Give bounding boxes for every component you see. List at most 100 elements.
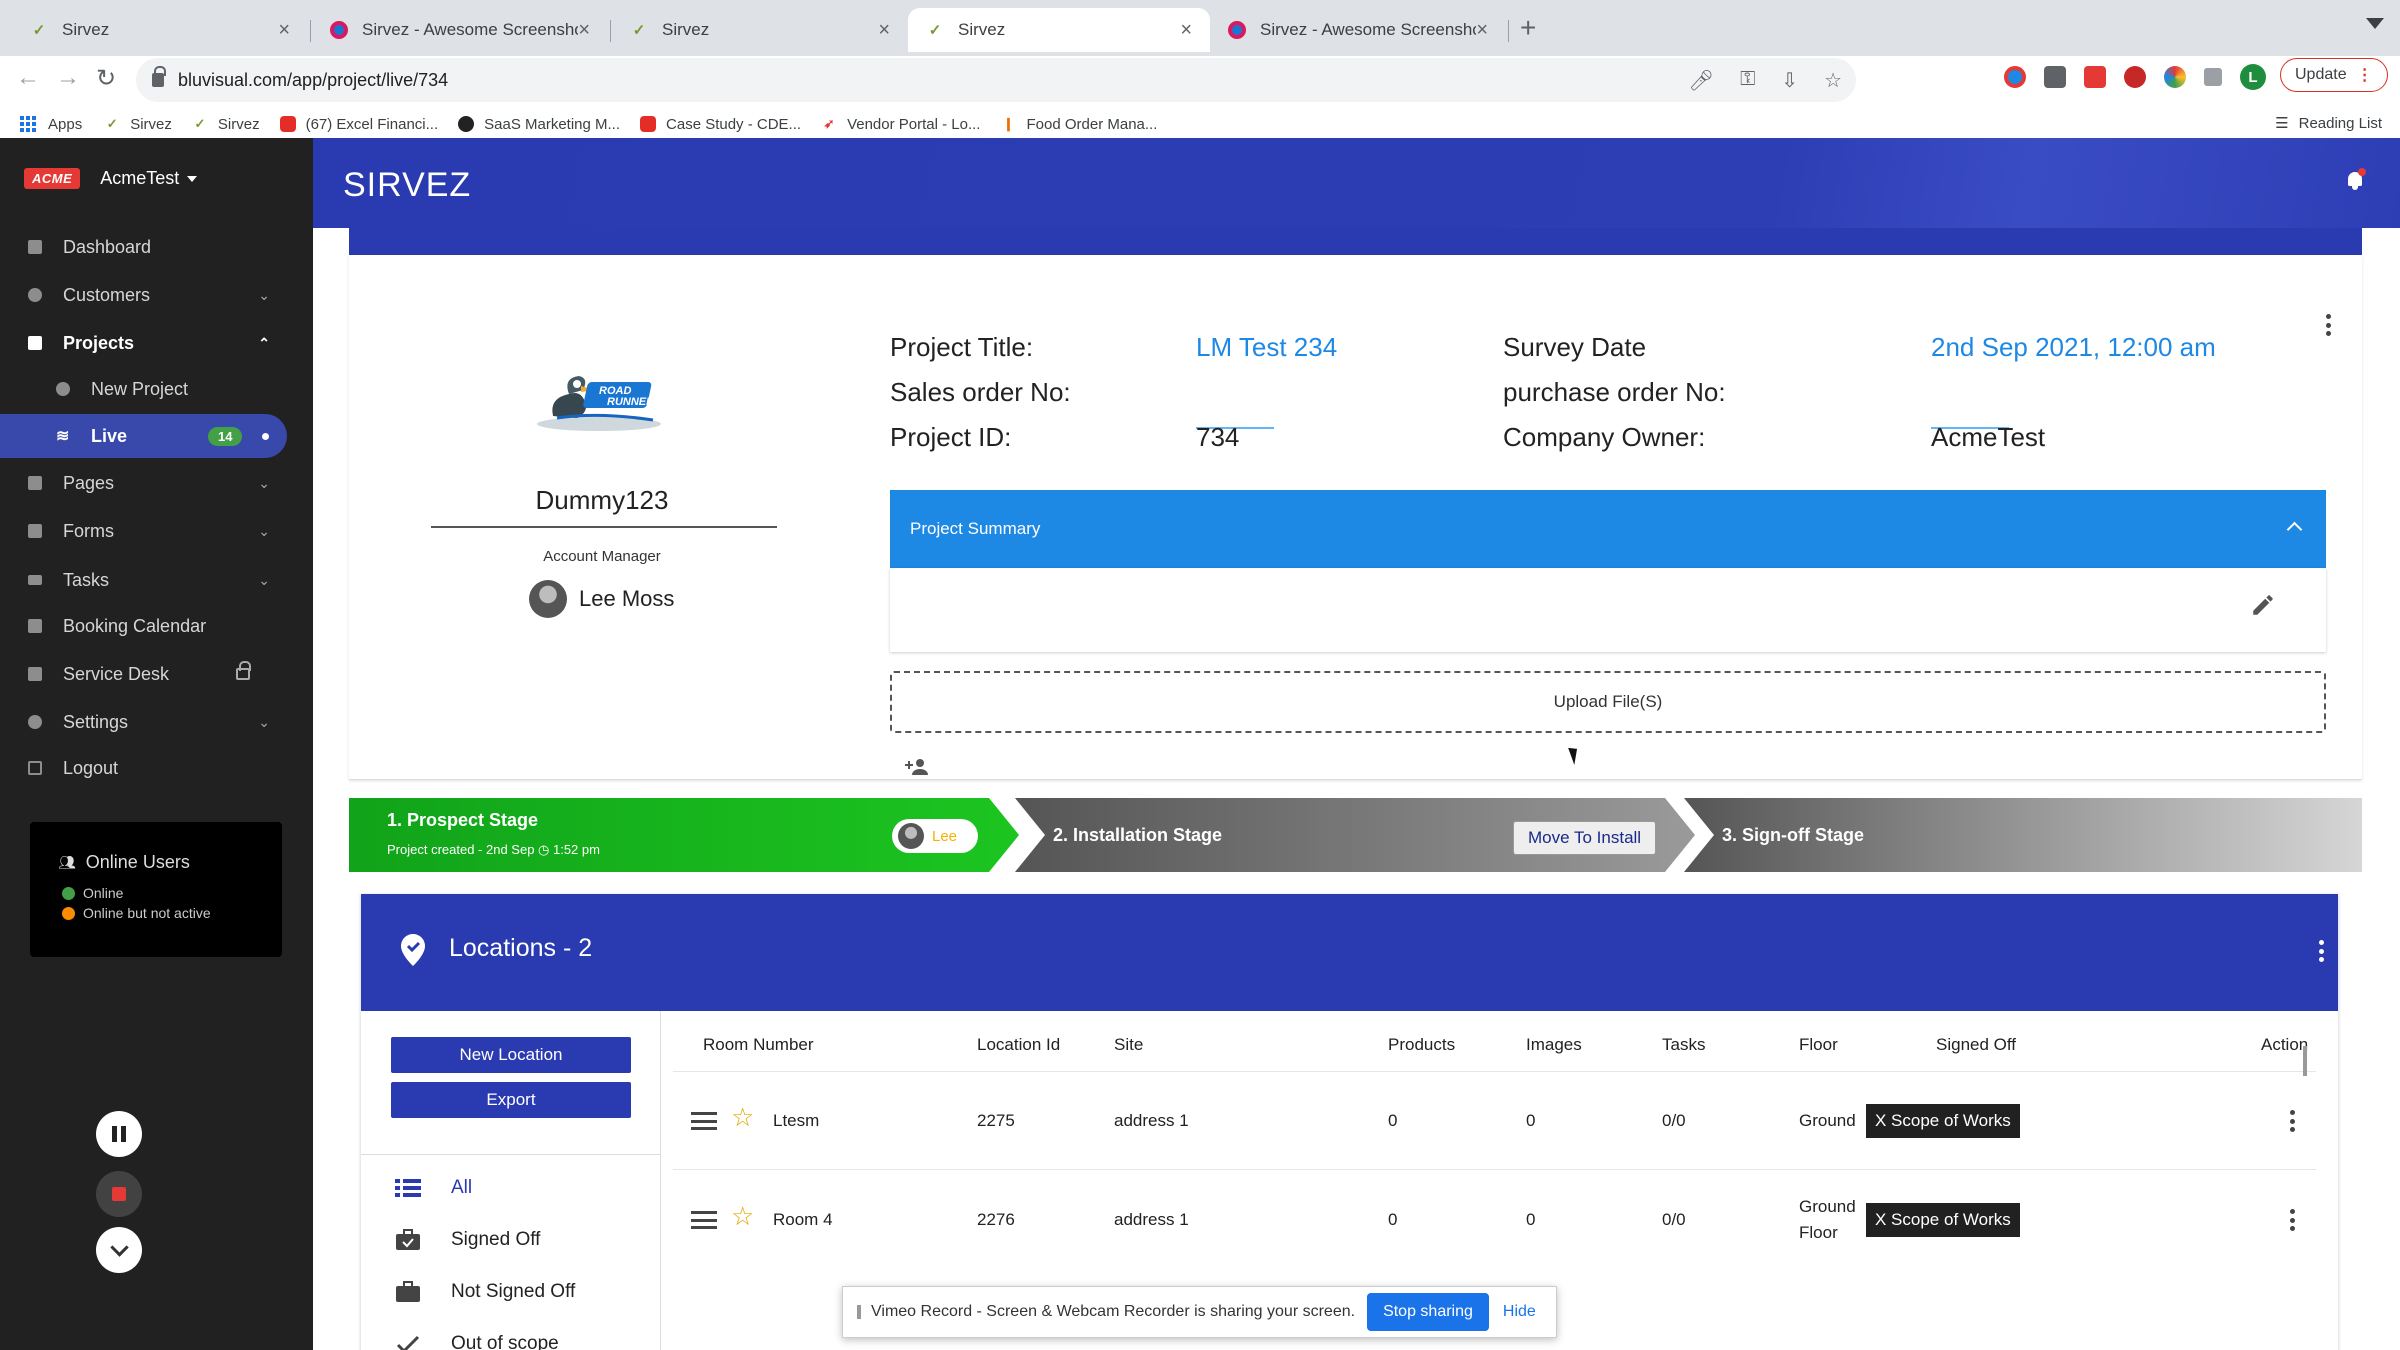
star-icon[interactable]: ☆ <box>731 1201 754 1232</box>
sidebar-item-forms[interactable]: Forms ⌄ <box>0 511 290 551</box>
filter-not-signed-off[interactable]: Not Signed Off <box>361 1266 661 1318</box>
star-icon[interactable]: ☆ <box>731 1102 754 1133</box>
profile-avatar[interactable]: L <box>2240 64 2266 90</box>
bookmark-item[interactable]: (67) Excel Financi... <box>279 116 438 133</box>
filter-all[interactable]: All <box>361 1162 661 1214</box>
tab-search-icon[interactable] <box>2366 18 2384 29</box>
table-row[interactable]: ☆ Room 4 2276 address 1 0 0 0/0 Ground F… <box>673 1169 2316 1267</box>
bookmark-item[interactable]: Case Study - CDE... <box>640 116 801 133</box>
install-icon[interactable]: ⇩ <box>1781 68 1798 93</box>
bookmark-apps[interactable]: Apps <box>20 116 82 133</box>
record-extension-icon[interactable] <box>2124 66 2146 88</box>
recorder-pause-button[interactable] <box>96 1111 142 1157</box>
project-title-value[interactable]: LM Test 234 <box>1196 332 1337 363</box>
extension-icon[interactable] <box>2044 66 2066 88</box>
address-bar[interactable]: bluvisual.com/app/project/live/734 🎤︎ ⚿ … <box>136 58 1856 102</box>
notification-bell-icon[interactable] <box>2346 168 2366 190</box>
drag-handle-icon[interactable] <box>691 1112 717 1130</box>
close-icon[interactable]: × <box>878 19 890 42</box>
cell-room[interactable]: Ltesm <box>773 1111 819 1131</box>
recorder-collapse-button[interactable] <box>96 1227 142 1273</box>
edit-pencil-icon[interactable] <box>2250 592 2276 618</box>
column-header-site[interactable]: Site <box>1114 1035 1143 1055</box>
browser-tab[interactable]: Sirvez - Awesome Screenshot × <box>1210 8 1506 52</box>
sidebar-item-dashboard[interactable]: Dashboard <box>0 227 290 267</box>
browser-tab-active[interactable]: ✓ Sirvez × <box>908 8 1210 52</box>
cell-room[interactable]: Room 4 <box>773 1210 833 1230</box>
sidebar-item-customers[interactable]: Customers ⌄ <box>0 275 290 315</box>
bookmark-item[interactable]: ✓ Sirvez <box>192 116 259 133</box>
column-header-images[interactable]: Images <box>1526 1035 1582 1055</box>
table-row[interactable]: ☆ Ltesm 2275 address 1 0 0 0/0 Ground X … <box>673 1071 2316 1169</box>
column-header-room-number[interactable]: Room Number <box>703 1035 814 1055</box>
update-button[interactable]: Update ⋮ <box>2280 58 2388 92</box>
close-icon[interactable]: × <box>578 19 590 42</box>
close-icon[interactable]: × <box>1180 19 1192 42</box>
filter-signed-off[interactable]: Signed Off <box>361 1214 661 1266</box>
project-more-icon[interactable] <box>2325 314 2331 336</box>
row-action-icon[interactable] <box>2289 1209 2295 1231</box>
back-icon[interactable]: ← <box>16 64 40 92</box>
stage-prospect[interactable]: 1. Prospect Stage Project created - 2nd … <box>349 798 1019 872</box>
sidebar-item-tasks[interactable]: Tasks ⌄ <box>0 560 290 600</box>
close-icon[interactable]: × <box>1476 19 1488 42</box>
export-button[interactable]: Export <box>391 1082 631 1118</box>
puzzle-icon[interactable] <box>2204 68 2222 86</box>
sidebar-item-projects[interactable]: Projects ⌃ <box>0 323 290 363</box>
browser-tab[interactable]: Sirvez - Awesome Screenshot × <box>312 8 608 52</box>
bookmark-star-icon[interactable]: ☆ <box>1824 68 1842 93</box>
bookmark-item[interactable]: ❙ Food Order Mana... <box>1000 116 1157 133</box>
sidebar-item-service-desk[interactable]: Service Desk <box>0 654 290 694</box>
sidebar-item-settings[interactable]: Settings ⌄ <box>0 702 290 742</box>
sidebar-item-live[interactable]: ≋ Live 14 <box>0 414 287 458</box>
drag-grip-icon[interactable] <box>857 1305 861 1319</box>
bookmark-item[interactable]: ✓ Sirvez <box>104 116 172 133</box>
bookmark-item[interactable]: SaaS Marketing M... <box>458 116 620 133</box>
bookmark-item[interactable]: ➶ Vendor Portal - Lo... <box>821 116 981 133</box>
drag-handle-icon[interactable] <box>691 1211 717 1229</box>
add-person-icon[interactable] <box>902 755 932 779</box>
color-extension-icon[interactable] <box>2164 66 2186 88</box>
hide-banner-button[interactable]: Hide <box>1503 1303 1536 1321</box>
column-header-location-id[interactable]: Location Id <box>977 1035 1060 1055</box>
new-location-button[interactable]: New Location <box>391 1037 631 1073</box>
survey-date-value[interactable]: 2nd Sep 2021, 12:00 am <box>1931 332 2216 363</box>
forward-icon[interactable]: → <box>56 64 80 92</box>
sidebar-item-logout[interactable]: Logout <box>0 748 290 788</box>
sidebar-item-booking-calendar[interactable]: Booking Calendar <box>0 606 290 646</box>
project-summary-header[interactable]: Project Summary <box>890 490 2326 568</box>
move-to-install-button[interactable]: Move To Install <box>1513 821 1657 855</box>
new-tab-icon[interactable]: + <box>1520 12 1536 44</box>
column-header-products[interactable]: Products <box>1388 1035 1455 1055</box>
url-text[interactable]: bluvisual.com/app/project/live/734 <box>178 70 448 91</box>
tab-separator <box>610 20 611 42</box>
scope-of-works-badge[interactable]: X Scope of Works <box>1866 1104 2020 1138</box>
filter-out-of-scope[interactable]: Out of scope <box>361 1318 661 1350</box>
sidebar-item-new-project[interactable]: New Project <box>0 369 290 409</box>
stage-sign-off[interactable]: 3. Sign-off Stage <box>1684 798 2362 872</box>
upload-files-dropzone[interactable]: Upload File(S) <box>890 671 2326 733</box>
close-icon[interactable]: × <box>278 19 290 42</box>
reload-icon[interactable]: ↻ <box>96 64 116 93</box>
column-header-signed-off[interactable]: Signed Off <box>1936 1035 2016 1055</box>
browser-tab[interactable]: ✓ Sirvez × <box>612 8 908 52</box>
sirvez-logo[interactable]: SIRVEZ <box>343 166 471 205</box>
recorder-stop-button[interactable] <box>96 1171 142 1217</box>
sidebar-item-pages[interactable]: Pages ⌄ <box>0 463 290 503</box>
scope-of-works-badge[interactable]: X Scope of Works <box>1866 1203 2020 1237</box>
microphone-icon[interactable]: 🎤︎ <box>1689 68 1714 93</box>
awesome-screenshot-extension-icon[interactable] <box>2004 66 2026 88</box>
table-scrollbar[interactable] <box>2303 1046 2307 1076</box>
stop-sharing-button[interactable]: Stop sharing <box>1367 1293 1489 1331</box>
column-header-tasks[interactable]: Tasks <box>1662 1035 1705 1055</box>
row-action-icon[interactable] <box>2289 1110 2295 1132</box>
reading-list-button[interactable]: ☰ Reading List <box>2275 114 2382 133</box>
chevron-up-icon[interactable] <box>2286 521 2303 538</box>
key-icon[interactable]: ⚿ <box>1740 68 1755 93</box>
column-header-floor[interactable]: Floor <box>1799 1035 1838 1055</box>
locations-more-icon[interactable] <box>2318 940 2324 962</box>
browser-tab[interactable]: ✓ Sirvez × <box>12 8 308 52</box>
company-switcher[interactable]: ACME AcmeTest <box>24 168 198 189</box>
extension-icon[interactable] <box>2084 66 2106 88</box>
stage-user-chip[interactable]: Lee <box>892 819 978 853</box>
